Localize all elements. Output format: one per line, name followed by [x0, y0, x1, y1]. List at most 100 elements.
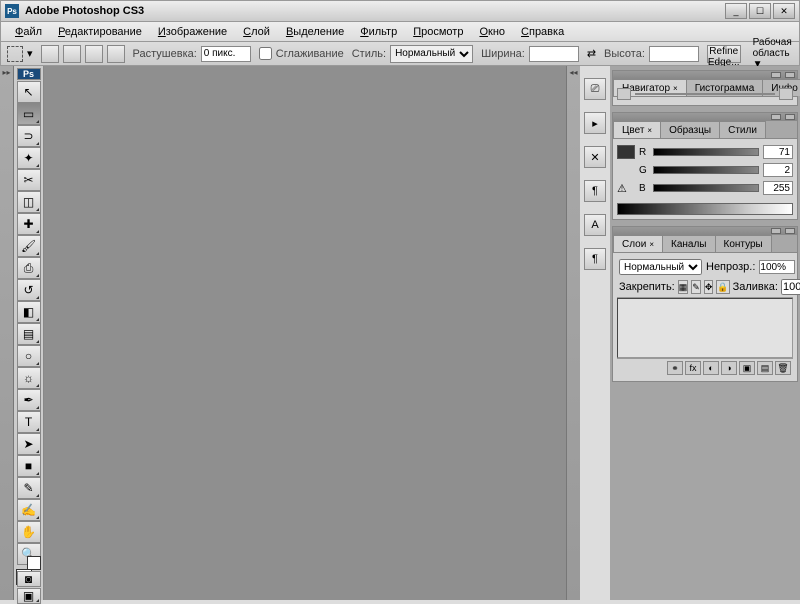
eraser-tool[interactable]: ◧	[17, 301, 41, 323]
style-select[interactable]: Нормальный	[390, 45, 473, 63]
adjustment-layer-button[interactable]: ◑	[721, 361, 737, 375]
panel-minimize-button[interactable]	[771, 114, 781, 120]
canvas-area[interactable]	[44, 66, 566, 600]
panel-close-button[interactable]	[785, 72, 795, 78]
slice-tool[interactable]: ◫	[17, 191, 41, 213]
lasso-tool[interactable]: ⊃	[17, 125, 41, 147]
tab-цвет[interactable]: Цвет×	[613, 121, 661, 138]
zoom-out-button[interactable]	[617, 88, 631, 100]
layer-mask-button[interactable]: ◐	[703, 361, 719, 375]
tab-контуры[interactable]: Контуры	[715, 235, 772, 252]
zoom-in-button[interactable]	[779, 88, 793, 100]
new-layer-button[interactable]: ▤	[757, 361, 773, 375]
menu-изображение[interactable]: Изображение	[152, 24, 233, 40]
antialias-checkbox[interactable]	[259, 47, 272, 60]
close-tab-icon[interactable]: ×	[647, 126, 652, 135]
collapse-left-icon: ◂◂	[569, 68, 577, 77]
link-layers-button[interactable]: ⚭	[667, 361, 683, 375]
dock-icon-6[interactable]: ¶	[584, 248, 606, 270]
width-input[interactable]	[529, 46, 579, 62]
panel-minimize-button[interactable]	[771, 72, 781, 78]
background-color-swatch[interactable]	[27, 556, 41, 570]
layer-fx-button[interactable]: fx	[685, 361, 701, 375]
selection-intersect-button[interactable]	[107, 45, 125, 63]
lock-pixels-button[interactable]: ✎	[691, 280, 701, 294]
g-slider[interactable]	[653, 166, 759, 174]
selection-subtract-button[interactable]	[85, 45, 103, 63]
hand-tool[interactable]: ✋	[17, 521, 41, 543]
rectangle-tool[interactable]: ■	[17, 455, 41, 477]
selection-new-button[interactable]	[41, 45, 59, 63]
tool-collapse-strip[interactable]: ▸▸	[0, 66, 14, 600]
dock-icon-1[interactable]: ⎚	[584, 78, 606, 100]
notes-tool[interactable]: ✎	[17, 477, 41, 499]
dodge-tool[interactable]: ☼	[17, 367, 41, 389]
marquee-tool[interactable]: ▭	[17, 103, 41, 125]
menu-окно[interactable]: Окно	[473, 24, 511, 40]
crop-tool[interactable]: ✂	[17, 169, 41, 191]
pen-tool[interactable]: ✒	[17, 389, 41, 411]
feather-label: Растушевка:	[133, 48, 197, 60]
tab-стили[interactable]: Стили	[719, 121, 766, 138]
history-brush-tool[interactable]: ↺	[17, 279, 41, 301]
color-preview-swatch[interactable]	[617, 145, 635, 159]
b-input[interactable]	[763, 181, 793, 195]
delete-layer-button[interactable]: 🗑	[775, 361, 791, 375]
menu-фильтр[interactable]: Фильтр	[354, 24, 403, 40]
lock-position-button[interactable]: ✥	[704, 280, 714, 294]
minimize-button[interactable]: _	[725, 3, 747, 19]
app-icon: Ps	[5, 4, 19, 18]
close-tab-icon[interactable]: ×	[649, 240, 654, 249]
type-tool[interactable]: T	[17, 411, 41, 433]
dock-collapse-strip[interactable]: ◂◂	[566, 66, 580, 600]
panel-close-button[interactable]	[785, 228, 795, 234]
clone-tool[interactable]: ⎙	[17, 257, 41, 279]
dock-icon-4[interactable]: ¶	[584, 180, 606, 202]
menu-выделение[interactable]: Выделение	[280, 24, 350, 40]
r-slider[interactable]	[653, 148, 759, 156]
new-group-button[interactable]: ▣	[739, 361, 755, 375]
b-slider[interactable]	[653, 184, 759, 192]
zoom-slider[interactable]	[635, 93, 775, 95]
move-tool[interactable]: ↖	[17, 81, 41, 103]
panel-minimize-button[interactable]	[771, 228, 781, 234]
blur-tool[interactable]: ○	[17, 345, 41, 367]
tab-образцы[interactable]: Образцы	[660, 121, 720, 138]
close-button[interactable]: ✕	[773, 3, 795, 19]
quick-mask-button[interactable]: ◙	[17, 571, 41, 587]
dock-icon-2[interactable]: ▸	[584, 112, 606, 134]
panel-close-button[interactable]	[785, 114, 795, 120]
refine-edge-button[interactable]: Refine Edge...	[707, 45, 741, 63]
layers-list[interactable]	[617, 298, 793, 358]
menu-справка[interactable]: Справка	[515, 24, 570, 40]
lock-all-button[interactable]: 🔒	[716, 280, 729, 294]
menu-слой[interactable]: Слой	[237, 24, 276, 40]
healing-tool[interactable]: ✚	[17, 213, 41, 235]
opacity-input[interactable]	[759, 260, 795, 274]
fill-input[interactable]	[781, 279, 800, 295]
selection-add-button[interactable]	[63, 45, 81, 63]
color-ramp[interactable]	[617, 203, 793, 215]
chevron-down-icon[interactable]: ▾	[27, 47, 33, 60]
menu-редактирование[interactable]: Редактирование	[52, 24, 148, 40]
tab-каналы[interactable]: Каналы	[662, 235, 716, 252]
screen-mode-button[interactable]: ▣	[17, 588, 41, 604]
brush-tool[interactable]: 🖌	[17, 235, 41, 257]
maximize-button[interactable]: ☐	[749, 3, 771, 19]
swap-icon[interactable]: ⇄	[587, 47, 596, 60]
tab-слои[interactable]: Слои×	[613, 235, 663, 252]
magic-wand-tool[interactable]: ✦	[17, 147, 41, 169]
menu-просмотр[interactable]: Просмотр	[407, 24, 469, 40]
r-input[interactable]	[763, 145, 793, 159]
height-input[interactable]	[649, 46, 699, 62]
feather-input[interactable]	[201, 46, 251, 62]
gradient-tool[interactable]: ▤	[17, 323, 41, 345]
lock-transparent-button[interactable]: ▦	[678, 280, 689, 294]
blend-mode-select[interactable]: Нормальный	[619, 259, 702, 275]
eyedropper-tool[interactable]: ✍	[17, 499, 41, 521]
path-select-tool[interactable]: ➤	[17, 433, 41, 455]
dock-icon-3[interactable]: ✕	[584, 146, 606, 168]
dock-icon-5[interactable]: A	[584, 214, 606, 236]
menu-файл[interactable]: Файл	[9, 24, 48, 40]
g-input[interactable]	[763, 163, 793, 177]
